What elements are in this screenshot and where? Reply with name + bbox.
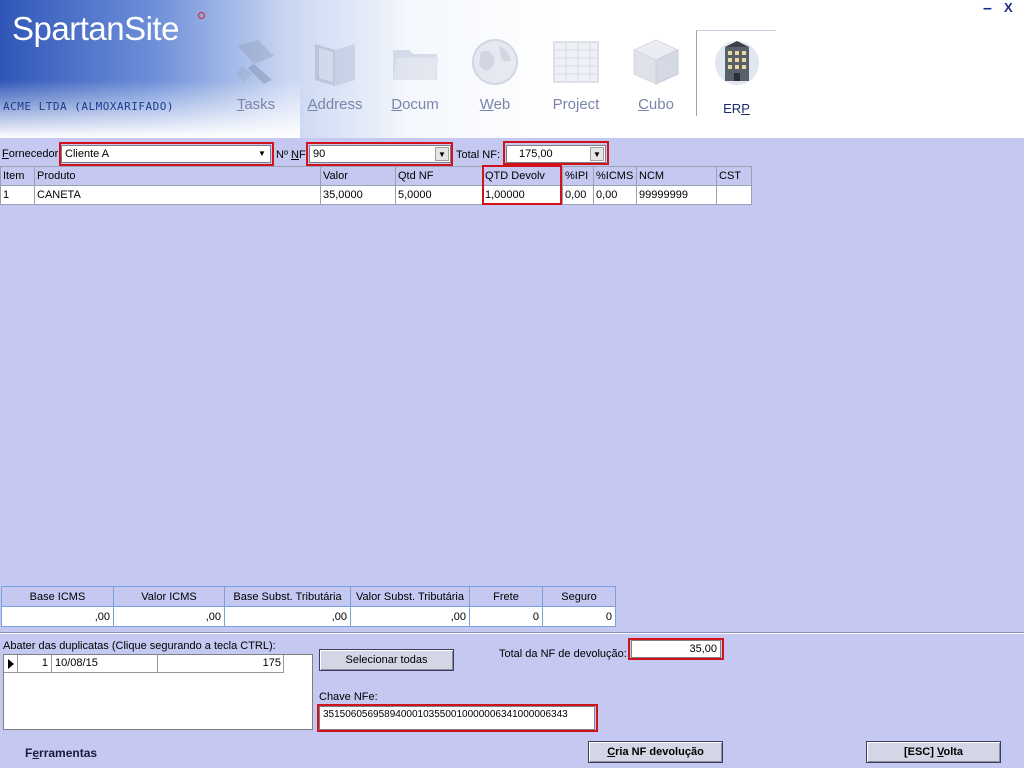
minimize-button[interactable]: – [983, 0, 992, 18]
valor-icms-value[interactable]: ,00 [113, 606, 225, 627]
globe-icon [472, 39, 518, 85]
total-nf-label: Total NF: [456, 149, 501, 161]
base-subst-value[interactable]: ,00 [224, 606, 351, 627]
table-row[interactable]: 1 CANETA 35,0000 5,0000 1,00000 0,00 0,0… [0, 185, 752, 205]
tax-totals-table: Base ICMS Valor ICMS Base Subst. Tributá… [1, 586, 616, 627]
cube-icon [632, 39, 680, 85]
project-grid-icon [553, 41, 599, 83]
col-produto[interactable]: Produto [34, 166, 321, 186]
items-grid: Item Produto Valor Qtd NF QTD Devolv %IP… [0, 166, 752, 205]
app-logo: SpartanSite [12, 10, 179, 47]
col-ipi[interactable]: %IPI [562, 166, 594, 186]
tasks-icon [236, 40, 274, 84]
close-button[interactable]: X [1004, 0, 1013, 15]
col-cst[interactable]: CST [716, 166, 752, 186]
nf-number-label: Nº NF [276, 149, 306, 161]
back-button[interactable]: [ESC] Volta [866, 741, 1001, 763]
col-icms[interactable]: %ICMS [593, 166, 637, 186]
divider [0, 632, 1024, 634]
frete-value[interactable]: 0 [469, 606, 543, 627]
duplicatas-list[interactable]: 1 10/08/15 175 [3, 654, 313, 730]
ferramentas-menu[interactable]: Ferramentas [25, 746, 97, 760]
grid-header-row: Item Produto Valor Qtd NF QTD Devolv %IP… [0, 166, 752, 186]
col-qtd-nf[interactable]: Qtd NF [395, 166, 483, 186]
nav-web[interactable]: Web [455, 30, 535, 116]
duplicatas-label: Abater das duplicatas (Clique segurando … [3, 640, 276, 652]
nav-cubo[interactable]: Cubo [616, 30, 696, 116]
company-name: ACME LTDA (ALMOXARIFADO) [3, 100, 174, 113]
create-nf-devolucao-button[interactable]: Cria NF devolução [588, 741, 723, 763]
list-item[interactable]: 1 10/08/15 175 [4, 655, 284, 673]
valor-subst-value[interactable]: ,00 [350, 606, 470, 627]
app-header: SpartanSite ACME LTDA (ALMOXARIFADO) – X… [0, 0, 1024, 138]
nav-erp[interactable]: ERP [696, 30, 776, 116]
col-ncm[interactable]: NCM [636, 166, 717, 186]
nav-address[interactable]: Address [295, 30, 375, 116]
col-item[interactable]: Item [0, 166, 35, 186]
total-devolucao-label: Total da NF de devolução: [499, 648, 627, 660]
logo-registered-mark [198, 12, 205, 19]
base-icms-value[interactable]: ,00 [1, 606, 114, 627]
folder-icon [393, 50, 439, 80]
chave-nfe-label: Chave NFe: [319, 691, 378, 703]
nav-project[interactable]: Project [536, 30, 616, 116]
row-indicator-icon [4, 655, 18, 673]
address-book-icon [315, 44, 355, 86]
col-valor[interactable]: Valor [320, 166, 396, 186]
nav-docum[interactable]: Docum [375, 30, 455, 116]
building-icon [714, 41, 759, 85]
select-all-button[interactable]: Selecionar todas [319, 649, 454, 671]
fornecedor-label: Fornecedor [2, 148, 59, 160]
nav-tasks[interactable]: Tasks [216, 30, 296, 116]
seguro-value[interactable]: 0 [542, 606, 616, 627]
